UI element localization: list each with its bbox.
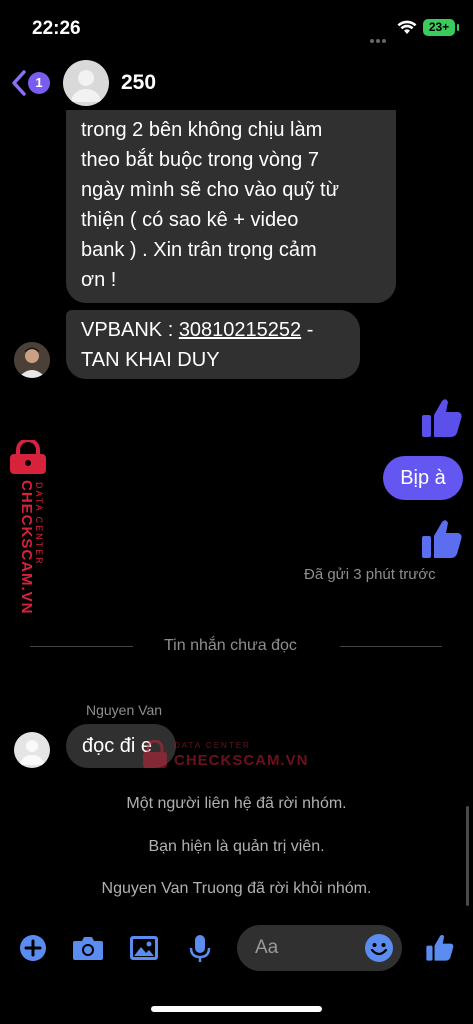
message-composer xyxy=(0,920,473,980)
status-time: 22:26 xyxy=(32,18,81,39)
sender-avatar[interactable] xyxy=(14,342,50,378)
watermark-logo: CHECKSCAM.VN DATA CENTER xyxy=(4,440,54,640)
divider-line xyxy=(340,646,442,647)
lock-icon xyxy=(10,440,46,474)
chat-title[interactable]: 250 xyxy=(121,71,156,95)
emoji-icon[interactable] xyxy=(364,933,394,963)
group-avatar[interactable] xyxy=(63,60,109,106)
scrollbar[interactable] xyxy=(466,806,469,906)
lock-icon xyxy=(143,740,167,768)
message-text: trường hợp rửa tiền ) . Nếu 1 trong 2 bê… xyxy=(81,96,340,291)
message-input[interactable] xyxy=(255,935,355,961)
watermark-tagline: DATA CENTER xyxy=(34,482,44,566)
message-text-field[interactable] xyxy=(237,925,402,971)
microphone-icon[interactable] xyxy=(188,934,212,964)
unread-count-badge[interactable]: 1 xyxy=(28,72,50,94)
system-message: Nguyen Van Truong đã rời khỏi nhóm. xyxy=(101,880,372,897)
home-indicator[interactable] xyxy=(151,1006,322,1012)
thumbs-up-icon[interactable] xyxy=(420,395,464,439)
outgoing-message-bubble[interactable]: Bịp à xyxy=(383,456,463,500)
wifi-icon xyxy=(397,20,417,34)
thumbs-up-icon[interactable] xyxy=(425,932,455,962)
add-icon[interactable] xyxy=(19,934,47,962)
chat-header: 1 250 xyxy=(0,56,473,110)
incoming-message-bubble[interactable]: trường hợp rửa tiền ) . Nếu 1 trong 2 bê… xyxy=(66,96,396,303)
sender-name: Nguyen Van xyxy=(86,702,163,718)
sender-avatar[interactable] xyxy=(14,732,50,768)
person-placeholder-icon xyxy=(71,70,101,102)
camera-icon[interactable] xyxy=(72,934,104,962)
unread-divider-label: Tin nhắn chưa đọc xyxy=(164,637,297,654)
system-message: Bạn hiện là quản trị viên. xyxy=(148,838,325,855)
system-message: Một người liên hệ đã rời nhóm. xyxy=(126,795,347,812)
cellular-signal-icon xyxy=(370,30,392,61)
image-icon[interactable] xyxy=(129,934,159,962)
watermark-tagline: DATA CENTER xyxy=(174,741,251,750)
account-number-link[interactable]: 30810215252 xyxy=(179,319,301,341)
back-chevron-icon[interactable] xyxy=(10,69,28,97)
watermark-brand: CHECKSCAM.VN xyxy=(174,752,309,769)
battery-indicator: 23+ xyxy=(423,19,459,36)
message-text: VPBANK : 30810215252 - xyxy=(81,319,314,341)
thumbs-up-icon[interactable] xyxy=(420,516,464,560)
incoming-message-bubble[interactable]: VPBANK : 30810215252 - TAN KHAI DUY xyxy=(66,310,360,379)
sent-status: Đã gửi 3 phút trước xyxy=(304,566,436,583)
message-text: TAN KHAI DUY xyxy=(81,349,220,371)
divider-line xyxy=(30,646,133,647)
person-placeholder-icon xyxy=(20,740,44,765)
watermark-logo: DATA CENTER CHECKSCAM.VN xyxy=(140,740,308,772)
watermark-brand: CHECKSCAM.VN xyxy=(18,480,35,615)
status-bar: 22:26 23+ xyxy=(0,0,473,61)
